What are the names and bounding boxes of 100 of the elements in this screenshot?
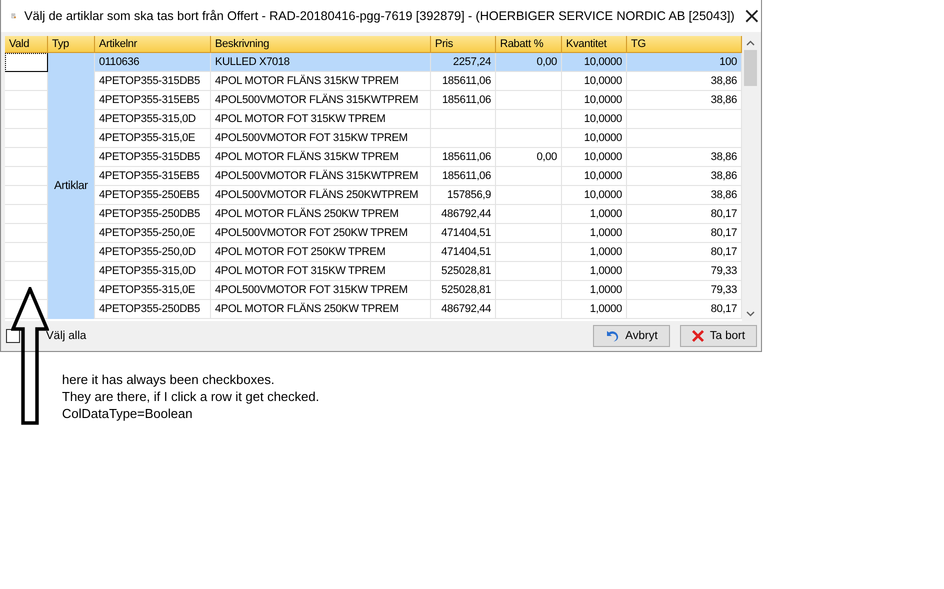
table-cell: 4PETOP355-250,0D — [95, 243, 211, 262]
table-cell: 4POL MOTOR FLÄNS 315KW TPREM — [211, 72, 431, 91]
table-cell: 4POL MOTOR FOT 315KW TPREM — [211, 262, 431, 281]
table-cell: 4POL500VMOTOR FOT 315KW TPREM — [211, 281, 431, 300]
table-cell: 38,86 — [627, 186, 742, 205]
table-cell: 4POL500VMOTOR FLÄNS 250KWTPREM — [211, 186, 431, 205]
table-cell: 1,0000 — [562, 205, 627, 224]
table-cell: 471404,51 — [431, 224, 496, 243]
table-cell: 0,00 — [496, 53, 562, 72]
table-cell — [496, 186, 562, 205]
cancel-button[interactable]: Avbryt — [593, 325, 670, 347]
table-cell: 4POL500VMOTOR FOT 250KW TPREM — [211, 224, 431, 243]
table-cell: 80,17 — [627, 224, 742, 243]
table-cell — [496, 129, 562, 148]
group-label: Artiklar — [54, 180, 88, 192]
table-cell: 4POL500VMOTOR FLÄNS 315KWTPREM — [211, 167, 431, 186]
column-header[interactable]: TG — [627, 36, 742, 53]
table-cell: 100 — [627, 53, 742, 72]
table-cell: 0,00 — [496, 148, 562, 167]
table-cell: 10,0000 — [562, 53, 627, 72]
table-cell: 79,33 — [627, 262, 742, 281]
table-cell: 4PETOP355-315EB5 — [95, 167, 211, 186]
checkbox[interactable] — [6, 329, 20, 343]
table-cell: 1,0000 — [562, 281, 627, 300]
table-cell: 4POL500VMOTOR FOT 315KW TPREM — [211, 129, 431, 148]
column-header[interactable]: Artikelnr — [95, 36, 211, 53]
table-cell: 4PETOP355-315,0D — [95, 262, 211, 281]
table-cell: 4PETOP355-315EB5 — [95, 91, 211, 110]
table-cell: 4POL MOTOR FLÄNS 250KW TPREM — [211, 300, 431, 319]
table-cell: 4PETOP355-250EB5 — [95, 186, 211, 205]
checkbox-cell[interactable] — [5, 53, 48, 72]
table-cell: 4PETOP355-315DB5 — [95, 148, 211, 167]
table-cell: 10,0000 — [562, 129, 627, 148]
table-cell: 4PETOP355-250,0E — [95, 224, 211, 243]
table-cell: 185611,06 — [431, 72, 496, 91]
table-cell: 10,0000 — [562, 167, 627, 186]
column-header[interactable]: Kvantitet — [562, 36, 627, 53]
table-cell: 4PETOP355-315,0E — [95, 281, 211, 300]
table-cell — [431, 129, 496, 148]
table-cell: 4PETOP355-315DB5 — [95, 72, 211, 91]
table-cell: 525028,81 — [431, 262, 496, 281]
table-cell: 80,17 — [627, 205, 742, 224]
table-cell: 2257,24 — [431, 53, 496, 72]
column-header[interactable]: Beskrivning — [211, 36, 431, 53]
table-cell: 0110636 — [95, 53, 211, 72]
table-cell: 1,0000 — [562, 262, 627, 281]
table-cell: 4PETOP355-250DB5 — [95, 205, 211, 224]
table-cell: 4POL MOTOR FLÄNS 250KW TPREM — [211, 205, 431, 224]
table-cell: 38,86 — [627, 91, 742, 110]
table-cell: 185611,06 — [431, 91, 496, 110]
annotation-text: They are there, if I click a row it get checked. — [62, 389, 320, 404]
table-cell — [431, 110, 496, 129]
scroll-thumb[interactable] — [744, 50, 757, 86]
delete-icon — [692, 330, 704, 342]
table-cell: 1,0000 — [562, 224, 627, 243]
table-cell: 4POL MOTOR FOT 315KW TPREM — [211, 110, 431, 129]
undo-icon — [605, 330, 620, 342]
table-cell — [496, 281, 562, 300]
checkbox-label[interactable]: Välj alla — [46, 330, 86, 342]
table-cell: 4POL MOTOR FLÄNS 315KW TPREM — [211, 148, 431, 167]
table-cell: 80,17 — [627, 243, 742, 262]
table-cell: 38,86 — [627, 72, 742, 91]
column-header[interactable]: Rabatt % — [496, 36, 562, 53]
table-cell: 4POL MOTOR FOT 250KW TPREM — [211, 243, 431, 262]
table-cell: 10,0000 — [562, 148, 627, 167]
table-cell — [496, 205, 562, 224]
table-cell: 1,0000 — [562, 300, 627, 319]
table-cell: 4POL500VMOTOR FLÄNS 315KWTPREM — [211, 91, 431, 110]
annotation-text: here it has always been checkboxes. — [62, 372, 276, 387]
table-cell — [496, 91, 562, 110]
table-cell — [496, 243, 562, 262]
table-cell: 4PETOP355-315,0D — [95, 110, 211, 129]
column-header[interactable]: Pris — [431, 36, 496, 53]
table-cell: 38,86 — [627, 148, 742, 167]
window-title: Välj de artiklar som ska tas bort från Offert - RAD-20180416-pgg-7619 [392879] - (HOERBIGER SERVICE NORDIC AB [25043]) — [24, 9, 735, 23]
column-header[interactable]: Vald — [5, 36, 48, 53]
column-header[interactable]: Typ — [48, 36, 95, 53]
table-cell: 185611,06 — [431, 148, 496, 167]
table-cell: 10,0000 — [562, 186, 627, 205]
table-cell — [496, 72, 562, 91]
table-cell: 486792,44 — [431, 205, 496, 224]
table-cell: 471404,51 — [431, 243, 496, 262]
table-cell: 10,0000 — [562, 110, 627, 129]
table-cell: 80,17 — [627, 300, 742, 319]
table-cell: 10,0000 — [562, 72, 627, 91]
table-cell — [496, 110, 562, 129]
table-cell: 38,86 — [627, 167, 742, 186]
table-cell — [496, 167, 562, 186]
table-cell: 185611,06 — [431, 167, 496, 186]
annotation-text: ColDataType=Boolean — [62, 406, 194, 421]
table-cell — [496, 262, 562, 281]
table-cell: 1,0000 — [562, 243, 627, 262]
delete-button[interactable]: Ta bort — [680, 325, 757, 347]
table-cell: 157856,9 — [431, 186, 496, 205]
table-cell — [496, 224, 562, 243]
table-cell: 4PETOP355-250DB5 — [95, 300, 211, 319]
table-cell: 10,0000 — [562, 91, 627, 110]
table-cell: 79,33 — [627, 281, 742, 300]
table-cell: 486792,44 — [431, 300, 496, 319]
table-cell: 4PETOP355-315,0E — [95, 129, 211, 148]
